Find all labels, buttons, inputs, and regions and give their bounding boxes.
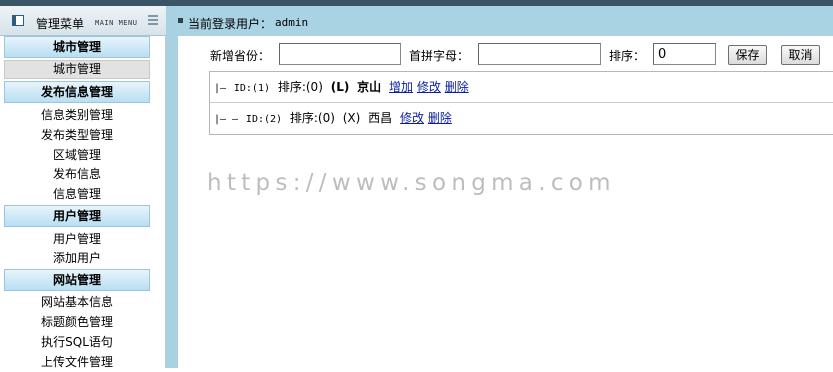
user-label: 当前登录用户： — [188, 17, 273, 31]
sidebar-item-exec-sql[interactable]: 执行SQL语句 — [4, 332, 150, 352]
sidebar-item-site-info[interactable]: 网站基本信息 — [4, 292, 150, 312]
sidebar-item-upload-files[interactable]: 上传文件管理 — [4, 352, 150, 372]
row-name: 京山 — [357, 80, 382, 94]
row-order: 排序:(0) — [277, 80, 323, 94]
menu-title: 管理菜单 — [36, 17, 85, 31]
sidebar: 城市管理 城市管理 发布信息管理 信息类别管理 发布类型管理 区域管理 发布信息… — [0, 36, 166, 369]
sidebar-item-region[interactable]: 区域管理 — [4, 145, 150, 165]
row-name: 西昌 — [368, 111, 393, 125]
bullet-icon — [178, 18, 183, 23]
row-divider — [210, 102, 833, 103]
section-publish[interactable]: 发布信息管理 — [4, 81, 150, 103]
row-id: ID:(1) — [233, 83, 270, 94]
edit-link[interactable]: 修改 — [400, 111, 424, 125]
province-input[interactable] — [279, 43, 401, 65]
list-icon[interactable] — [148, 15, 158, 25]
sidebar-item-user-manage[interactable]: 用户管理 — [4, 229, 150, 249]
province-label: 新增省份： — [210, 49, 271, 63]
initial-label: 首拼字母： — [409, 49, 470, 63]
watermark: https://www.songma.com — [207, 170, 616, 196]
sidebar-item-info-category[interactable]: 信息类别管理 — [4, 105, 150, 125]
sidebar-item-info-manage[interactable]: 信息管理 — [4, 184, 150, 204]
city-tree: |— ID:(1) 排序:(0) (L) 京山 增加 修改 删除 |— — ID… — [209, 71, 833, 135]
edit-link[interactable]: 修改 — [417, 80, 441, 94]
cancel-button[interactable]: 取消 — [781, 45, 820, 65]
top-bar: 当前登录用户： admin — [178, 6, 833, 36]
tree-prefix: |— — — [214, 114, 239, 125]
row-letter: (L) — [330, 80, 350, 94]
main-content: 新增省份： 首拼字母： 排序： 保存 取消 |— ID:(1) 排序:(0) (… — [178, 36, 833, 368]
frame-divider[interactable] — [166, 6, 178, 368]
save-button[interactable]: 保存 — [728, 45, 767, 65]
delete-link[interactable]: 删除 — [428, 111, 452, 125]
order-label: 排序： — [609, 49, 646, 63]
sidebar-item-add-user[interactable]: 添加用户 — [4, 248, 150, 268]
delete-link[interactable]: 删除 — [445, 80, 469, 94]
section-user[interactable]: 用户管理 — [4, 205, 150, 227]
user-name: admin — [275, 16, 309, 29]
menu-header: 管理菜单 MAIN MENU — [0, 6, 166, 36]
row-letter: (X) — [342, 111, 361, 125]
sidebar-item-title-color[interactable]: 标题颜色管理 — [4, 312, 150, 332]
order-input[interactable] — [653, 43, 716, 65]
initial-input[interactable] — [478, 43, 601, 65]
row-order: 排序:(0) — [289, 111, 335, 125]
sidebar-item-publish-type[interactable]: 发布类型管理 — [4, 125, 150, 145]
add-link[interactable]: 增加 — [389, 80, 413, 94]
tree-row: |— — ID:(2) 排序:(0) (X) 西昌 修改 删除 — [214, 110, 452, 126]
section-city[interactable]: 城市管理 — [4, 36, 150, 58]
window-icon — [12, 15, 24, 26]
menu-subtitle: MAIN MENU — [95, 19, 138, 27]
tree-row: |— ID:(1) 排序:(0) (L) 京山 增加 修改 删除 — [214, 79, 469, 95]
tree-prefix: |— — [214, 83, 227, 94]
sidebar-item-publish-info[interactable]: 发布信息 — [4, 164, 150, 184]
sidebar-item-city-manage[interactable]: 城市管理 — [4, 60, 150, 79]
row-id: ID:(2) — [245, 114, 283, 125]
section-site[interactable]: 网站管理 — [4, 269, 150, 291]
